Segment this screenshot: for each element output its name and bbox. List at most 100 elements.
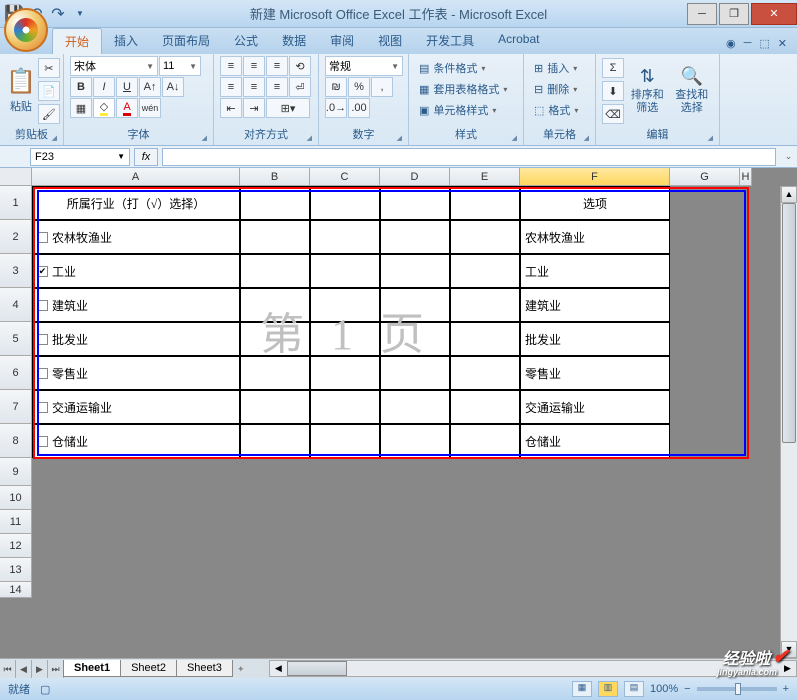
cell-A7[interactable]: 交通运输业 [32, 390, 240, 424]
cell-D2[interactable] [380, 220, 450, 254]
col-header-C[interactable]: C [310, 168, 380, 186]
cell-A9[interactable] [32, 458, 240, 486]
cut-button[interactable]: ✂ [38, 58, 60, 78]
cell-H9[interactable] [740, 458, 752, 486]
cell-F5[interactable]: 批发业 [520, 322, 670, 356]
zoom-level[interactable]: 100% [650, 683, 678, 695]
qat-dropdown-icon[interactable]: ▼ [70, 4, 90, 24]
cell-E5[interactable] [450, 322, 520, 356]
cell-F3[interactable]: 工业 [520, 254, 670, 288]
cell-G3[interactable] [670, 254, 740, 288]
cell-A3[interactable]: ✔工业 [32, 254, 240, 288]
cell-E10[interactable] [450, 486, 520, 510]
col-header-G[interactable]: G [670, 168, 740, 186]
ribbon-close-icon[interactable]: ✕ [778, 37, 787, 50]
scroll-left-button[interactable]: ◀ [270, 661, 287, 676]
cell-D3[interactable] [380, 254, 450, 288]
row-header-1[interactable]: 1 [0, 186, 32, 220]
cell-H8[interactable] [740, 424, 752, 458]
cell-E11[interactable] [450, 510, 520, 534]
formula-expand-icon[interactable]: ⌄ [780, 151, 797, 162]
row-header-5[interactable]: 5 [0, 322, 32, 356]
cell-B14[interactable] [240, 582, 310, 598]
cell-G9[interactable] [670, 458, 740, 486]
orientation-button[interactable]: ⟲ [289, 56, 311, 76]
row-header-2[interactable]: 2 [0, 220, 32, 254]
bold-button[interactable]: B [70, 77, 92, 97]
cell-H14[interactable] [740, 582, 752, 598]
merge-button[interactable]: ⊞▾ [266, 98, 310, 118]
cell-A11[interactable] [32, 510, 240, 534]
cell-A2[interactable]: 农林牧渔业 [32, 220, 240, 254]
cell-F8[interactable]: 仓储业 [520, 424, 670, 458]
cell-C10[interactable] [310, 486, 380, 510]
delete-cells-button[interactable]: ⊟删除▾ [530, 79, 581, 99]
cell-B10[interactable] [240, 486, 310, 510]
fill-button[interactable]: ⬇ [602, 81, 624, 101]
col-header-H[interactable]: H [740, 168, 752, 186]
fx-button[interactable]: fx [134, 148, 158, 166]
cell-H4[interactable] [740, 288, 752, 322]
zoom-out-button[interactable]: − [684, 683, 690, 695]
cell-H3[interactable] [740, 254, 752, 288]
borders-button[interactable]: ▦ [70, 98, 92, 118]
sheet-tab-Sheet3[interactable]: Sheet3 [176, 660, 233, 677]
row-header-4[interactable]: 4 [0, 288, 32, 322]
cell-C9[interactable] [310, 458, 380, 486]
cell-C1[interactable] [310, 186, 380, 220]
cell-D11[interactable] [380, 510, 450, 534]
cell-G8[interactable] [670, 424, 740, 458]
first-sheet-button[interactable]: ⏮ [0, 660, 16, 678]
cell-C2[interactable] [310, 220, 380, 254]
cell-A13[interactable] [32, 558, 240, 582]
cell-H10[interactable] [740, 486, 752, 510]
col-header-B[interactable]: B [240, 168, 310, 186]
checkbox-2[interactable] [37, 232, 48, 243]
minimize-button[interactable]: ─ [687, 3, 717, 25]
cell-A4[interactable]: 建筑业 [32, 288, 240, 322]
row-header-9[interactable]: 9 [0, 458, 32, 486]
cell-G4[interactable] [670, 288, 740, 322]
cell-G6[interactable] [670, 356, 740, 390]
cell-D5[interactable] [380, 322, 450, 356]
cell-F11[interactable] [520, 510, 670, 534]
cell-B2[interactable] [240, 220, 310, 254]
cell-E8[interactable] [450, 424, 520, 458]
row-header-7[interactable]: 7 [0, 390, 32, 424]
cell-C6[interactable] [310, 356, 380, 390]
cell-E4[interactable] [450, 288, 520, 322]
checkbox-7[interactable] [37, 402, 48, 413]
align-left-button[interactable]: ≡ [220, 77, 242, 97]
insert-cells-button[interactable]: ⊞插入▾ [530, 58, 581, 78]
cell-F10[interactable] [520, 486, 670, 510]
cell-E2[interactable] [450, 220, 520, 254]
italic-button[interactable]: I [93, 77, 115, 97]
col-header-F[interactable]: F [520, 168, 670, 186]
checkbox-6[interactable] [37, 368, 48, 379]
align-bottom-button[interactable]: ≡ [266, 56, 288, 76]
conditional-format-button[interactable]: ▤条件格式▾ [415, 58, 489, 78]
hscroll-thumb[interactable] [287, 661, 347, 676]
row-header-8[interactable]: 8 [0, 424, 32, 458]
align-center-button[interactable]: ≡ [243, 77, 265, 97]
cell-B3[interactable] [240, 254, 310, 288]
cell-F14[interactable] [520, 582, 670, 598]
sheet-tab-Sheet1[interactable]: Sheet1 [63, 660, 121, 677]
align-top-button[interactable]: ≡ [220, 56, 242, 76]
cell-D12[interactable] [380, 534, 450, 558]
cell-H2[interactable] [740, 220, 752, 254]
maximize-button[interactable]: ❐ [719, 3, 749, 25]
cell-E9[interactable] [450, 458, 520, 486]
cell-E7[interactable] [450, 390, 520, 424]
tab-开始[interactable]: 开始 [52, 28, 102, 54]
redo-icon[interactable]: ↷ [48, 4, 68, 24]
cell-C13[interactable] [310, 558, 380, 582]
cell-C7[interactable] [310, 390, 380, 424]
font-size-combo[interactable]: 11▼ [159, 56, 201, 76]
cell-D6[interactable] [380, 356, 450, 390]
vertical-scrollbar[interactable]: ▲ ▼ [780, 186, 797, 658]
cell-A8[interactable]: 仓储业 [32, 424, 240, 458]
tab-页面布局[interactable]: 页面布局 [150, 28, 222, 54]
cell-D8[interactable] [380, 424, 450, 458]
cell-C5[interactable] [310, 322, 380, 356]
